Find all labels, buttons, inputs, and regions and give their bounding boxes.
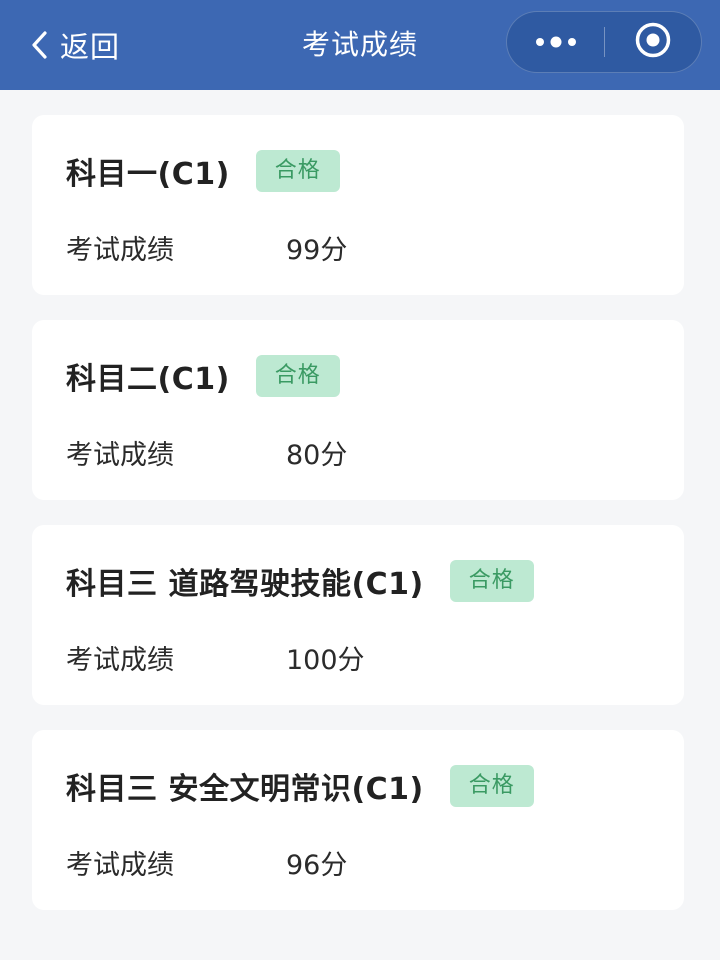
- result-card: 科目二(C1) 合格 考试成绩 80分: [32, 320, 684, 500]
- result-card: 科目三 安全文明常识(C1) 合格 考试成绩 96分: [32, 730, 684, 910]
- subject-title: 科目一(C1): [66, 157, 230, 192]
- result-card-header: 科目二(C1) 合格: [66, 354, 340, 398]
- navigation-bar: 返回 考试成绩: [0, 0, 720, 90]
- score-value: 96分: [286, 849, 348, 881]
- result-card: 科目三 道路驾驶技能(C1) 合格 考试成绩 100分: [32, 525, 684, 705]
- score-row: 考试成绩 96分: [66, 842, 347, 882]
- subject-title: 科目二(C1): [66, 362, 230, 397]
- result-card-header: 科目三 安全文明常识(C1) 合格: [66, 764, 534, 808]
- status-badge: 合格: [255, 355, 340, 397]
- status-badge: 合格: [255, 150, 340, 192]
- score-value: 80分: [286, 439, 348, 471]
- score-label: 考试成绩: [66, 849, 174, 881]
- target-icon: [634, 21, 672, 63]
- more-dots-icon: [534, 33, 578, 52]
- score-label: 考试成绩: [66, 234, 174, 266]
- subject-title: 科目三 道路驾驶技能(C1): [66, 567, 424, 602]
- score-label: 考试成绩: [66, 644, 174, 676]
- result-card-header: 科目三 道路驾驶技能(C1) 合格: [66, 559, 534, 603]
- miniprogram-capsule: [506, 11, 702, 73]
- score-row: 考试成绩 80分: [66, 432, 347, 472]
- score-row: 考试成绩 100分: [66, 637, 365, 677]
- more-button[interactable]: [507, 12, 604, 72]
- score-value: 99分: [286, 234, 348, 266]
- score-value: 100分: [286, 644, 365, 676]
- status-badge: 合格: [449, 560, 534, 602]
- result-card-header: 科目一(C1) 合格: [66, 149, 340, 193]
- score-row: 考试成绩 99分: [66, 227, 347, 267]
- status-badge: 合格: [449, 765, 534, 807]
- subject-title: 科目三 安全文明常识(C1): [66, 772, 424, 807]
- score-label: 考试成绩: [66, 439, 174, 471]
- close-miniprogram-button[interactable]: [605, 12, 701, 72]
- result-card: 科目一(C1) 合格 考试成绩 99分: [32, 115, 684, 295]
